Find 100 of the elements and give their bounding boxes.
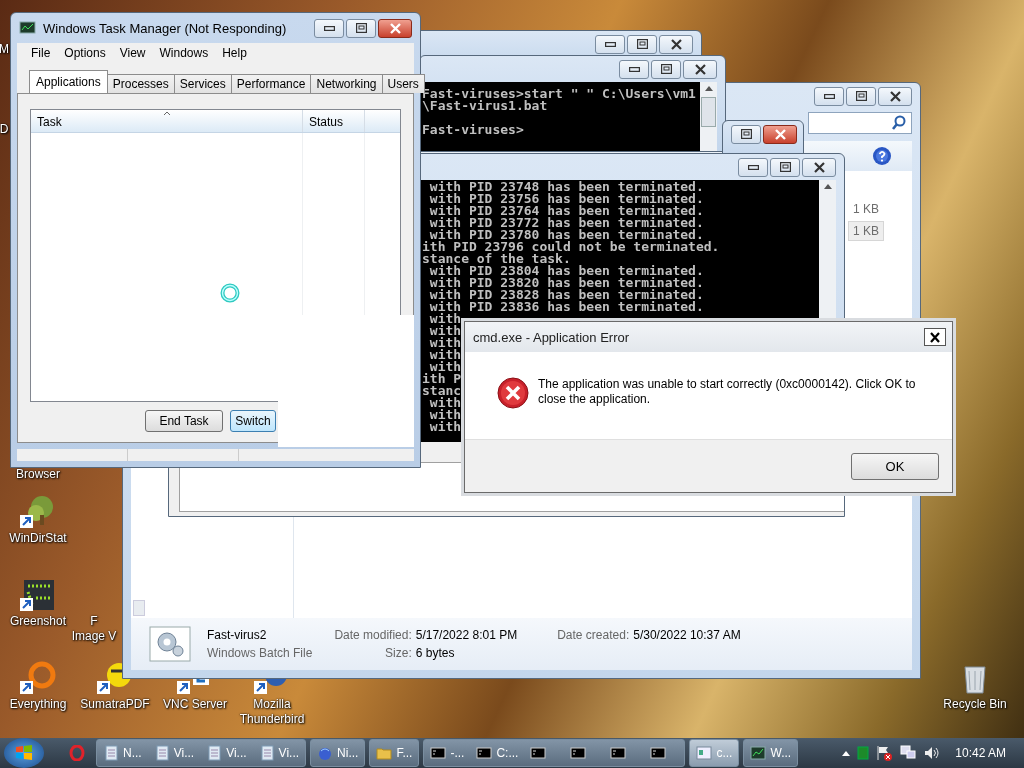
tab[interactable]: Services: [173, 74, 232, 93]
window-icon: [696, 745, 713, 761]
close-button[interactable]: [763, 124, 797, 144]
notepad-icon: [103, 745, 119, 761]
taskbar-button[interactable]: Ni...: [311, 740, 365, 766]
menu-item[interactable]: Options: [58, 45, 112, 61]
scroll-up-arrow[interactable]: [823, 184, 832, 189]
maximize-icon: [636, 39, 648, 49]
tab[interactable]: Networking: [310, 74, 383, 93]
console-line: with: [428, 421, 462, 433]
search-field[interactable]: [808, 112, 912, 134]
close-button[interactable]: [683, 59, 717, 79]
tab[interactable]: Users: [381, 74, 425, 93]
tray-app-icon: [857, 746, 870, 760]
scroll-up-arrow[interactable]: [704, 86, 713, 91]
icon-label[interactable]: Everything: [9, 697, 67, 712]
minimize-button[interactable]: [814, 86, 844, 106]
taskbar-group[interactable]: -... C:...: [423, 739, 686, 767]
icon-label[interactable]: WinDirStat: [9, 531, 67, 546]
close-button[interactable]: [378, 18, 412, 38]
maximize-button[interactable]: [770, 157, 800, 177]
taskbar-button[interactable]: N...: [97, 740, 148, 766]
column-header[interactable]: Status: [303, 110, 365, 132]
taskbar-button[interactable]: C:...: [470, 740, 525, 766]
minimize-button[interactable]: [738, 157, 768, 177]
menu-item[interactable]: Windows: [153, 45, 215, 61]
field-value: 6 bytes: [415, 646, 456, 660]
console-line: with: [428, 313, 462, 325]
console-line: with PID 23836 has been terminated.: [428, 301, 704, 313]
icon-label[interactable]: Greenshot: [9, 614, 66, 629]
notepad-icon: [258, 745, 275, 761]
close-icon: [670, 38, 682, 50]
console-line: with PID 23804 has been terminated.: [428, 265, 704, 277]
close-icon: [694, 63, 706, 75]
shortcut-icon: [20, 578, 56, 612]
icon-label[interactable]: VNC Server: [163, 697, 227, 712]
field-label: Size:: [384, 646, 412, 660]
close-icon: [389, 22, 401, 34]
minimize-icon: [747, 164, 759, 170]
close-button[interactable]: [878, 86, 912, 106]
menu-item[interactable]: Help: [216, 45, 253, 61]
menu-item[interactable]: View: [113, 45, 152, 61]
maximize-button[interactable]: [651, 59, 681, 79]
end-task-button[interactable]: End Task: [145, 410, 223, 432]
window-title: Windows Task Manager (Not Responding): [43, 20, 287, 36]
dialog-title: cmd.exe - Application Error: [473, 329, 630, 345]
search-icon: [891, 115, 907, 131]
taskbar-button[interactable]: W...: [744, 740, 798, 766]
taskbar-group[interactable]: N... Vi... Vi... Vi...: [96, 739, 307, 767]
column-header[interactable]: Task: [31, 110, 303, 132]
globe-icon: [317, 745, 334, 761]
error-icon: [497, 377, 529, 409]
close-button[interactable]: [659, 34, 693, 54]
icon-label[interactable]: Browser: [16, 467, 60, 482]
minimize-button[interactable]: [314, 18, 344, 38]
minimize-icon: [604, 41, 616, 47]
tab[interactable]: Performance: [230, 74, 312, 93]
close-button[interactable]: [924, 328, 946, 346]
size-cell[interactable]: 1 KB: [848, 199, 884, 219]
taskbar-button[interactable]: Vi...: [252, 740, 306, 766]
maximize-button[interactable]: [346, 18, 376, 38]
icon-label[interactable]: F: [90, 614, 98, 629]
console-icon: [610, 745, 627, 761]
folder-icon: [376, 745, 393, 761]
switch-button[interactable]: Switch: [230, 410, 276, 432]
taskbar-button[interactable]: Vi...: [147, 740, 201, 766]
volume-icon: [923, 745, 942, 761]
taskbar-button[interactable]: F...: [370, 740, 419, 766]
menu-item[interactable]: File: [25, 45, 57, 61]
icon-label[interactable]: SumatraPDF: [80, 697, 150, 712]
console-line: with: [428, 337, 462, 349]
ok-button[interactable]: OK: [851, 452, 939, 480]
maximize-button[interactable]: [731, 124, 761, 144]
browser-icon: [69, 745, 85, 761]
maximize-button[interactable]: [627, 34, 657, 54]
taskbar-button[interactable]: Vi...: [200, 740, 253, 766]
minimize-button[interactable]: [619, 59, 649, 79]
clock[interactable]: 10:42 AM: [955, 746, 1006, 760]
console-line: with: [428, 349, 462, 361]
show-hidden-icons-icon: [841, 749, 852, 757]
console-line: with: [428, 409, 462, 421]
icon-label[interactable]: Recycle Bin: [943, 697, 1007, 712]
scroll-thumb[interactable]: [701, 97, 716, 127]
scrollbar[interactable]: [700, 82, 717, 151]
icon-label[interactable]: Image V: [71, 629, 117, 644]
minimize-button[interactable]: [595, 34, 625, 54]
minimize-icon: [823, 93, 835, 99]
windows-logo-icon: [15, 744, 33, 762]
start-button[interactable]: [4, 738, 44, 768]
taskbar-button[interactable]: -...: [424, 740, 471, 766]
size-cell[interactable]: 1 KB: [848, 221, 884, 241]
console-icon: [476, 745, 493, 761]
icon-label[interactable]: D: [0, 122, 9, 137]
tab[interactable]: Processes: [106, 74, 175, 93]
console-line: with: [429, 361, 462, 373]
tab[interactable]: Applications: [29, 70, 108, 94]
maximize-icon: [779, 162, 791, 172]
close-button[interactable]: [802, 157, 836, 177]
icon-label[interactable]: M: [0, 42, 9, 57]
maximize-button[interactable]: [846, 86, 876, 106]
